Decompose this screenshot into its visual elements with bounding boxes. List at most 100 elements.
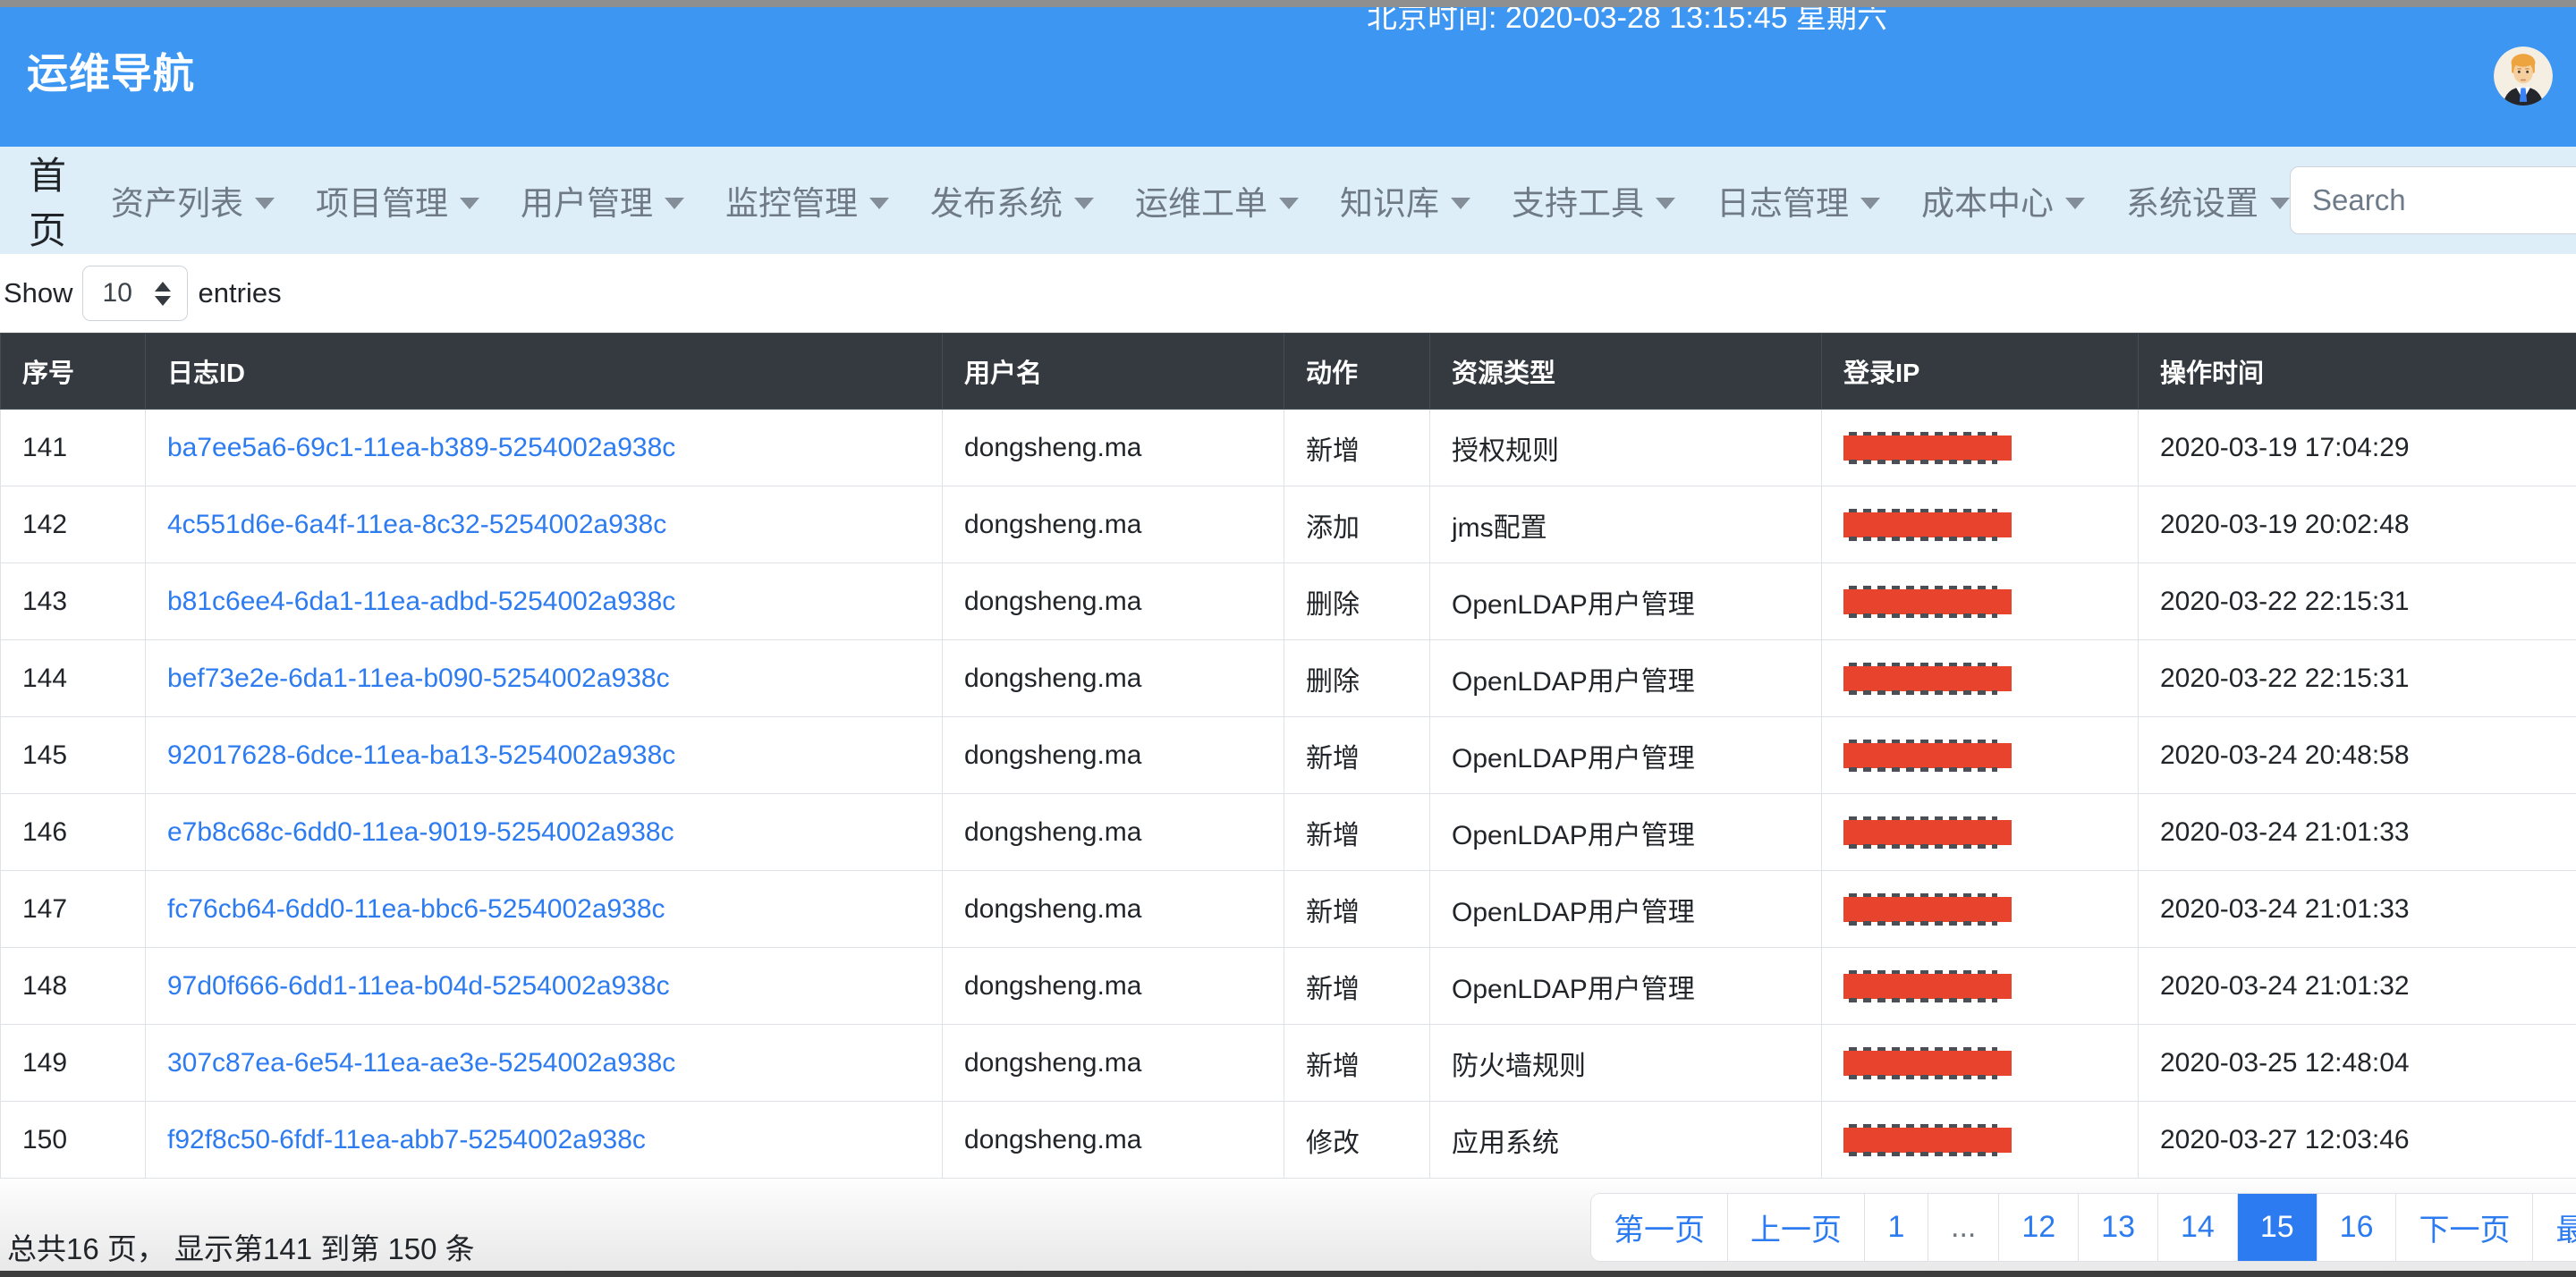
page-button-13[interactable]: 13 — [2079, 1194, 2158, 1261]
login-ip-cell — [1822, 410, 2139, 486]
nav-item-home[interactable]: 首页 — [29, 146, 66, 255]
redaction-bar — [1843, 1051, 2012, 1076]
column-header: 日志ID — [146, 334, 943, 410]
operation-time-cell: 2020-03-24 21:01:33 — [2139, 794, 2576, 871]
column-header: 序号 — [1, 334, 146, 410]
chevron-down-icon — [1656, 198, 1675, 209]
operation-time-cell: 2020-03-22 22:15:31 — [2139, 563, 2576, 640]
login-ip-cell — [1822, 871, 2139, 948]
login-ip-cell — [1822, 563, 2139, 640]
nav-menu-4[interactable]: 监控管理 — [725, 176, 889, 224]
table-row: 146 e7b8c68c-6dd0-11ea-9019-5254002a938c… — [1, 794, 2576, 871]
nav-menu-5[interactable]: 发布系统 — [930, 176, 1094, 224]
log-id-link[interactable]: b81c6ee4-6da1-11ea-adbd-5254002a938c — [167, 587, 675, 616]
page-button-15[interactable]: 15 — [2238, 1194, 2318, 1261]
seq-cell: 149 — [1, 1025, 146, 1102]
table-row: 143 b81c6ee4-6da1-11ea-adbd-5254002a938c… — [1, 563, 2576, 640]
nav-menu-2[interactable]: 项目管理 — [316, 176, 479, 224]
action-cell: 删除 — [1284, 640, 1430, 717]
log-id-link[interactable]: 97d0f666-6dd1-11ea-b04d-5254002a938c — [167, 971, 670, 1001]
pagination-ellipsis: ... — [1928, 1194, 1999, 1261]
select-arrows-icon — [155, 282, 171, 306]
nav-menu-label: 成本中心 — [1921, 176, 2054, 224]
log-id-link[interactable]: 92017628-6dce-11ea-ba13-5254002a938c — [167, 740, 675, 770]
nav-menu-10[interactable]: 成本中心 — [1921, 176, 2085, 224]
next-page-button[interactable]: 下一页 — [2396, 1194, 2533, 1261]
last-page-button[interactable]: 最后 — [2533, 1194, 2576, 1261]
username-cell: dongsheng.ma — [943, 871, 1284, 948]
log-id-cell: e7b8c68c-6dd0-11ea-9019-5254002a938c — [146, 794, 943, 871]
page-button-12[interactable]: 12 — [1999, 1194, 2079, 1261]
action-cell: 新增 — [1284, 871, 1430, 948]
pagination: 第一页上一页1...1213141516下一页最后 — [1591, 1194, 2576, 1261]
log-id-cell: 92017628-6dce-11ea-ba13-5254002a938c — [146, 717, 943, 794]
first-page-button[interactable]: 第一页 — [1591, 1194, 1728, 1261]
chevron-down-icon — [1279, 198, 1299, 209]
username-cell: dongsheng.ma — [943, 948, 1284, 1025]
ip-redaction-overlay — [1843, 970, 2012, 1002]
action-cell: 新增 — [1284, 410, 1430, 486]
nav-menu-label: 知识库 — [1340, 176, 1439, 224]
prev-page-button[interactable]: 上一页 — [1728, 1194, 1865, 1261]
nav-menu-6[interactable]: 运维工单 — [1135, 176, 1299, 224]
entries-count-select[interactable]: 10 — [82, 266, 188, 321]
log-id-link[interactable]: 4c551d6e-6a4f-11ea-8c32-5254002a938c — [167, 510, 666, 539]
log-id-link[interactable]: bef73e2e-6da1-11ea-b090-5254002a938c — [167, 664, 670, 693]
resource-type-cell: OpenLDAP用户管理 — [1430, 563, 1822, 640]
login-ip-cell — [1822, 1102, 2139, 1179]
entries-count-value: 10 — [103, 278, 132, 309]
seq-cell: 147 — [1, 871, 146, 948]
show-entries-row: Show 10 entries — [0, 254, 2576, 333]
page-button-1[interactable]: 1 — [1865, 1194, 1928, 1261]
username-cell: dongsheng.ma — [943, 794, 1284, 871]
resource-type-cell: 应用系统 — [1430, 1102, 1822, 1179]
nav-menu-3[interactable]: 用户管理 — [521, 176, 684, 224]
redaction-bar — [1843, 743, 2012, 768]
page-button-16[interactable]: 16 — [2318, 1194, 2397, 1261]
log-id-link[interactable]: ba7ee5a6-69c1-11ea-b389-5254002a938c — [167, 433, 675, 462]
user-avatar[interactable] — [2494, 47, 2553, 106]
resource-type-cell: OpenLDAP用户管理 — [1430, 717, 1822, 794]
chevron-down-icon — [2065, 198, 2085, 209]
main-navbar: 首页 资产列表项目管理用户管理监控管理发布系统运维工单 知识库 支持工具日志管理成本… — [0, 147, 2576, 254]
nav-menu-1[interactable]: 资产列表 — [111, 176, 275, 224]
redaction-bar — [1843, 897, 2012, 922]
table-row: 150 f92f8c50-6fdf-11ea-abb7-5254002a938c… — [1, 1102, 2576, 1179]
chevron-down-icon — [1860, 198, 1880, 209]
ip-redaction-overlay — [1843, 432, 2012, 464]
seq-cell: 144 — [1, 640, 146, 717]
seq-cell: 148 — [1, 948, 146, 1025]
resource-type-cell: OpenLDAP用户管理 — [1430, 871, 1822, 948]
nav-menu-9[interactable]: 日志管理 — [1716, 176, 1880, 224]
log-id-link[interactable]: e7b8c68c-6dd0-11ea-9019-5254002a938c — [167, 817, 674, 847]
column-header: 登录IP — [1822, 334, 2139, 410]
operation-time-cell: 2020-03-25 12:48:04 — [2139, 1025, 2576, 1102]
nav-menu-7[interactable]: 知识库 — [1340, 176, 1470, 224]
table-row: 141 ba7ee5a6-69c1-11ea-b389-5254002a938c… — [1, 410, 2576, 486]
action-cell: 新增 — [1284, 948, 1430, 1025]
username-cell: dongsheng.ma — [943, 640, 1284, 717]
resource-type-cell: OpenLDAP用户管理 — [1430, 640, 1822, 717]
log-id-cell: 307c87ea-6e54-11ea-ae3e-5254002a938c — [146, 1025, 943, 1102]
login-ip-cell — [1822, 794, 2139, 871]
resource-type-cell: jms配置 — [1430, 486, 1822, 563]
log-id-link[interactable]: fc76cb64-6dd0-11ea-bbc6-5254002a938c — [167, 894, 665, 924]
column-header: 操作时间 — [2139, 334, 2576, 410]
page-button-14[interactable]: 14 — [2158, 1194, 2238, 1261]
nav-menu-11[interactable]: 系统设置 — [2126, 176, 2290, 224]
log-id-cell: 4c551d6e-6a4f-11ea-8c32-5254002a938c — [146, 486, 943, 563]
avatar-icon — [2494, 47, 2553, 106]
search-input[interactable] — [2290, 166, 2576, 234]
resource-type-cell: 防火墙规则 — [1430, 1025, 1822, 1102]
nav-menu-8[interactable]: 支持工具 — [1512, 176, 1675, 224]
column-header: 用户名 — [943, 334, 1284, 410]
action-cell: 新增 — [1284, 1025, 1430, 1102]
app-header: 运维导航 北京时间: 2020-03-28 13:15:45 星期六 — [0, 7, 2576, 147]
log-id-link[interactable]: 307c87ea-6e54-11ea-ae3e-5254002a938c — [167, 1048, 675, 1078]
table-row: 144 bef73e2e-6da1-11ea-b090-5254002a938c… — [1, 640, 2576, 717]
table-row: 145 92017628-6dce-11ea-ba13-5254002a938c… — [1, 717, 2576, 794]
nav-menu-label: 运维工单 — [1135, 176, 1267, 224]
beijing-time-text: 北京时间: 2020-03-28 13:15:45 星期六 — [1367, 7, 1887, 37]
log-id-link[interactable]: f92f8c50-6fdf-11ea-abb7-5254002a938c — [167, 1125, 646, 1154]
ip-redaction-overlay — [1843, 509, 2012, 541]
